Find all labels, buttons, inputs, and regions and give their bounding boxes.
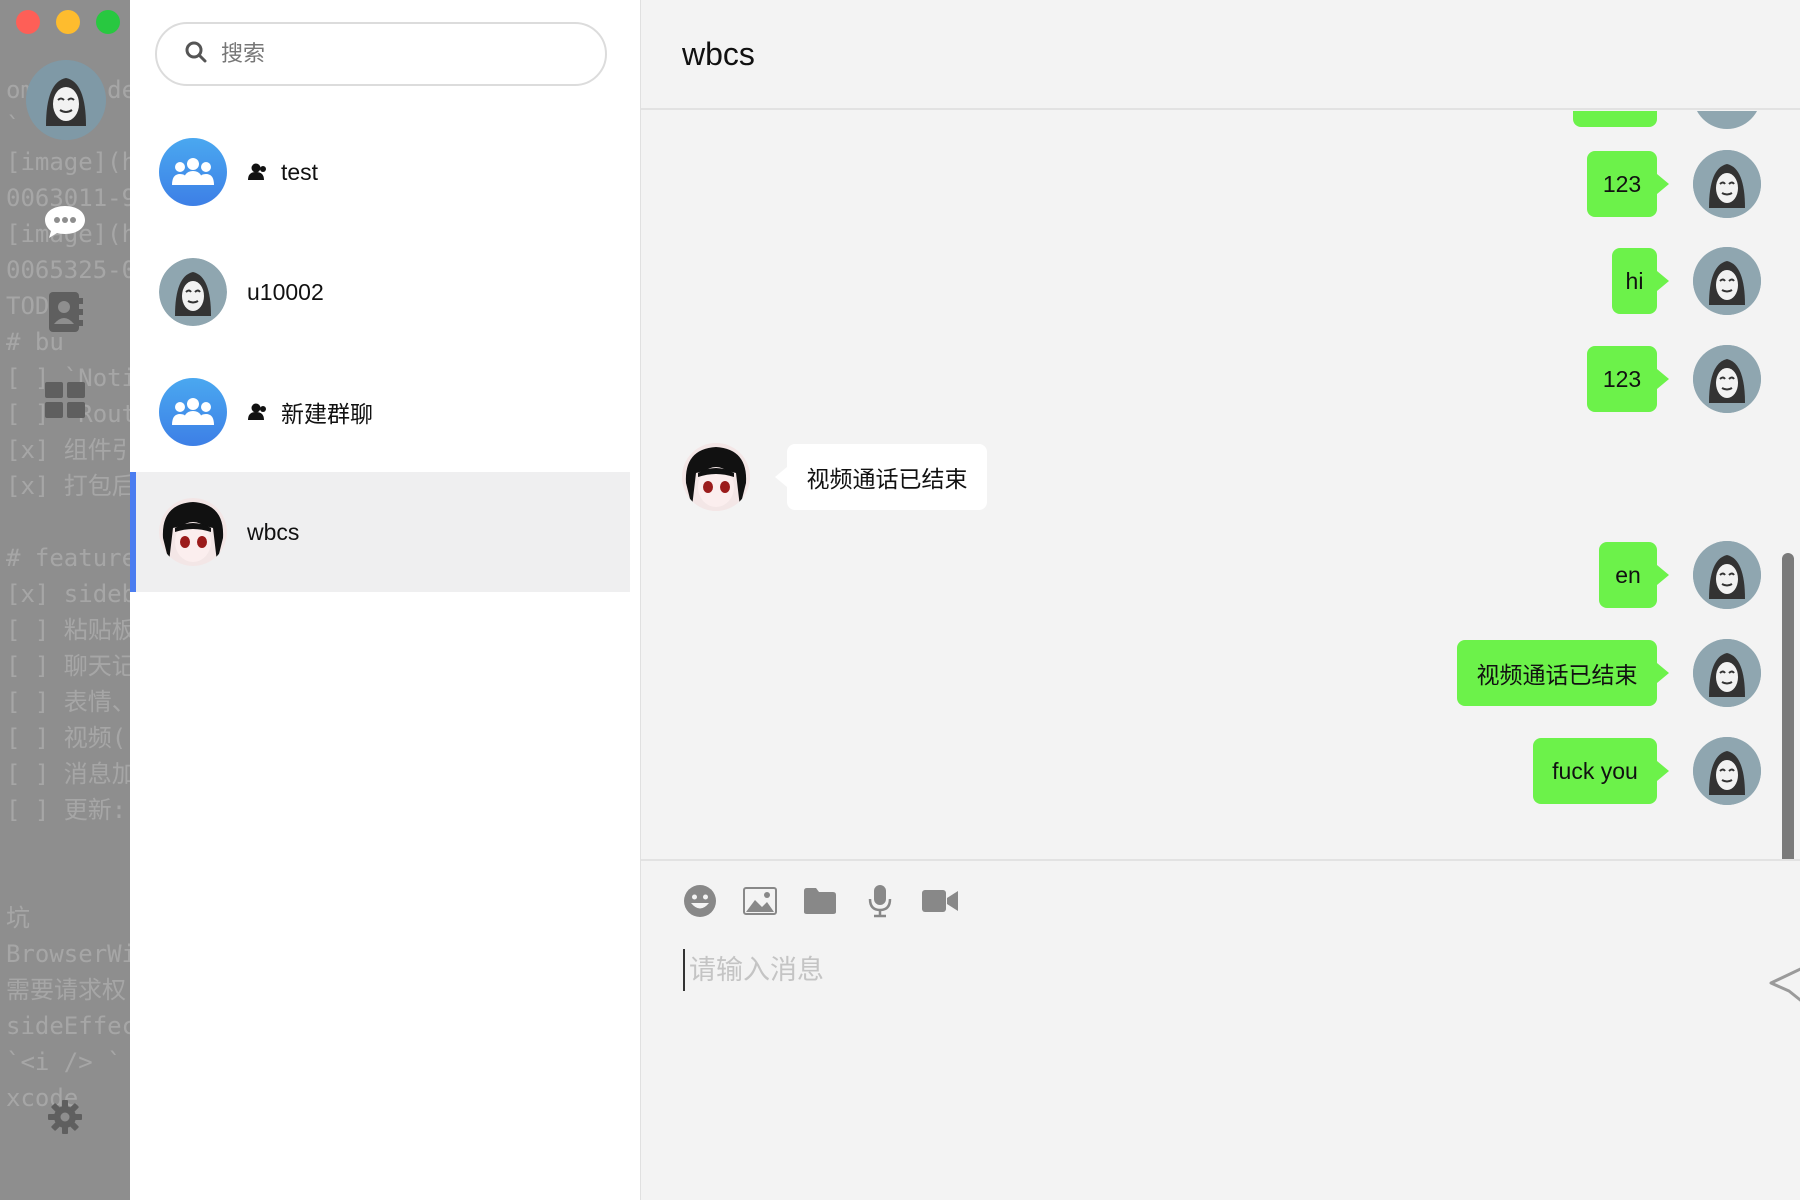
message-text: fuck you — [1552, 757, 1638, 784]
avatar[interactable] — [1693, 541, 1761, 609]
my-avatar[interactable] — [26, 60, 106, 140]
conversation-name: 新建群聊 — [281, 401, 373, 427]
chat-pane: wbcs 123 hi 123 视频通话已结束 en 视频通话已结束 fuck … — [641, 0, 1800, 1200]
avatar[interactable] — [1693, 639, 1761, 707]
background-editor-text: om run dev`[image](ht0063011-97[image](h… — [6, 76, 130, 1112]
group-avatar — [159, 138, 227, 206]
avatar[interactable] — [1693, 247, 1761, 315]
message-bubble[interactable]: 视频通话已结束 — [775, 444, 987, 510]
conversation-name: u10002 — [247, 278, 324, 305]
left-rail: om run dev`[image](ht0063011-97[image](h… — [0, 0, 130, 1200]
conversation-item-u10002[interactable]: u10002 — [130, 232, 630, 352]
message-text: 123 — [1602, 365, 1642, 392]
conversation-name: wbcs — [247, 518, 300, 545]
folder-icon[interactable] — [800, 881, 840, 921]
avatar[interactable] — [1693, 150, 1761, 218]
message-bubble[interactable]: hi — [1612, 248, 1669, 314]
conversation-item-test[interactable]: test — [130, 112, 630, 232]
scrollbar[interactable] — [1782, 553, 1794, 859]
apps-icon[interactable] — [40, 378, 90, 422]
conversation-name: test — [281, 158, 319, 185]
message-input[interactable] — [683, 949, 1691, 991]
avatar[interactable] — [1693, 345, 1761, 413]
message-bubble[interactable]: fuck you — [1533, 738, 1669, 804]
contacts-icon[interactable] — [40, 290, 90, 334]
search-icon — [185, 41, 207, 68]
message-text: en — [1615, 561, 1641, 588]
group-icon — [247, 403, 267, 421]
emoji-icon[interactable] — [680, 881, 720, 921]
avatar[interactable] — [1693, 737, 1761, 805]
send-icon[interactable] — [1769, 961, 1800, 1011]
window-maximize-button[interactable] — [96, 10, 120, 34]
conversation-list: test u10002 新建群聊 wbcs — [130, 0, 641, 1200]
message-bubble-partial — [1573, 111, 1657, 127]
message-bubble[interactable]: 视频通话已结束 — [1457, 640, 1669, 706]
message-bubble[interactable]: 123 — [1587, 151, 1669, 217]
avatar — [1693, 111, 1761, 129]
message-text: 视频通话已结束 — [806, 466, 968, 492]
avatar[interactable] — [682, 443, 750, 511]
search-box[interactable] — [155, 22, 607, 86]
group-icon — [247, 163, 267, 181]
conversation-item-new-group[interactable]: 新建群聊 — [130, 352, 630, 472]
message-text: 视频通话已结束 — [1476, 662, 1638, 688]
image-icon[interactable] — [740, 881, 780, 921]
video-icon[interactable] — [920, 881, 960, 921]
avatar — [159, 498, 227, 566]
message-text: 123 — [1602, 170, 1642, 197]
settings-icon[interactable] — [40, 1095, 90, 1139]
chat-title: wbcs — [682, 36, 755, 72]
chat-icon[interactable] — [40, 200, 90, 244]
message-text: hi — [1625, 267, 1644, 294]
avatar — [159, 258, 227, 326]
microphone-icon[interactable] — [860, 881, 900, 921]
conversation-item-wbcs[interactable]: wbcs — [130, 472, 630, 592]
message-list: 123 hi 123 视频通话已结束 en 视频通话已结束 fuck you — [641, 111, 1800, 859]
message-bubble[interactable]: 123 — [1587, 346, 1669, 412]
window-close-button[interactable] — [16, 10, 40, 34]
chat-header: wbcs — [641, 0, 1800, 110]
window-minimize-button[interactable] — [56, 10, 80, 34]
group-avatar — [159, 378, 227, 446]
search-input[interactable] — [219, 40, 583, 68]
message-bubble[interactable]: en — [1599, 542, 1669, 608]
composer — [641, 859, 1800, 1200]
